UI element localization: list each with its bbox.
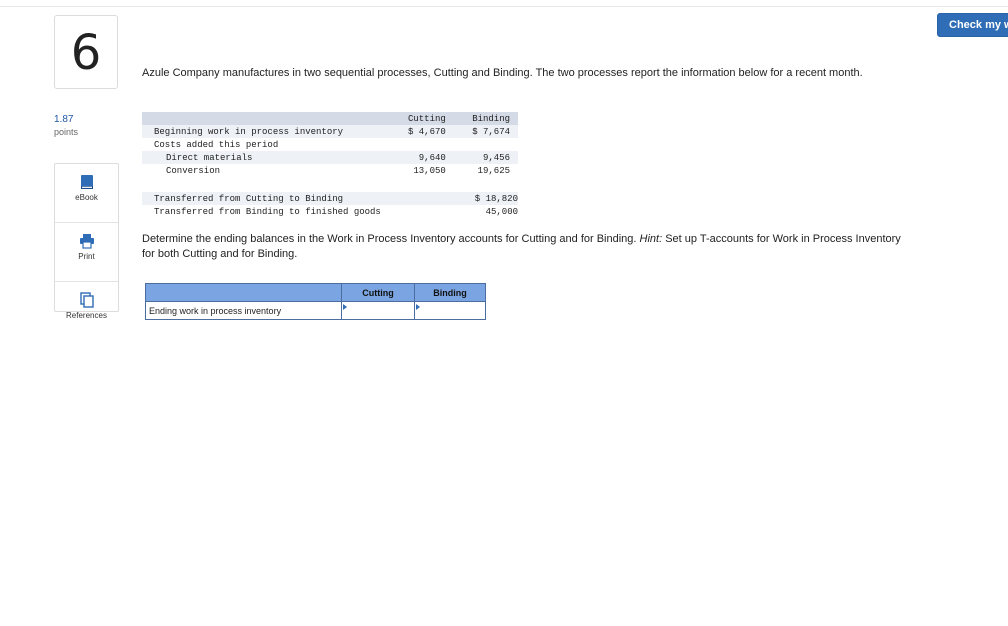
book-icon xyxy=(79,174,95,190)
check-my-work-button[interactable]: Check my w xyxy=(937,13,1008,37)
intro-text: Azule Company manufactures in two sequen… xyxy=(142,67,863,79)
process-data-table: Cutting Binding Beginning work in proces… xyxy=(142,112,518,218)
binding-value: $ 7,674 xyxy=(451,125,518,138)
col-cutting-header: Cutting xyxy=(380,112,452,125)
answer-row: Ending work in process inventory xyxy=(145,301,486,320)
table-row: Beginning work in process inventory $ 4,… xyxy=(142,125,518,138)
cutting-value xyxy=(381,138,452,151)
cutting-value: 13,050 xyxy=(413,165,446,176)
row-label: Transferred from Cutting to Binding xyxy=(142,192,381,205)
references-button[interactable]: References xyxy=(55,292,118,341)
printer-icon xyxy=(79,233,95,249)
input-marker-icon xyxy=(416,304,420,310)
side-tools-panel: eBook Print References xyxy=(54,163,119,320)
row-label: Conversion xyxy=(166,165,221,176)
cutting-ending-wip-input[interactable] xyxy=(342,302,414,319)
answer-header-row: Cutting Binding xyxy=(145,283,486,302)
cutting-value: $ 4,670 xyxy=(380,125,452,138)
binding-value: $ 18,820 xyxy=(451,192,518,205)
answer-col-binding: Binding xyxy=(414,283,486,302)
answer-col-cutting: Cutting xyxy=(341,283,415,302)
question-prompt: Determine the ending balances in the Wor… xyxy=(142,232,902,262)
table-row: Transferred from Binding to finished goo… xyxy=(142,205,518,218)
row-label: Direct materials xyxy=(142,151,381,164)
print-label: Print xyxy=(78,252,95,261)
cutting-value: 9,640 xyxy=(380,151,452,164)
table-row: Transferred from Cutting to Binding $ 18… xyxy=(142,192,518,205)
points-value: 1.87 xyxy=(54,114,74,125)
ebook-button[interactable]: eBook xyxy=(55,174,118,223)
table-row: Costs added this period xyxy=(142,138,518,151)
answer-table: Cutting Binding Ending work in process i… xyxy=(145,283,486,320)
answer-header-blank xyxy=(145,283,342,302)
binding-value: 9,456 xyxy=(451,151,518,164)
top-divider xyxy=(0,6,1008,7)
references-icon xyxy=(79,292,95,308)
hint-label: Hint: xyxy=(639,233,663,245)
binding-value: 45,000 xyxy=(485,206,518,217)
print-button[interactable]: Print xyxy=(55,233,118,282)
ebook-label: eBook xyxy=(75,193,98,202)
references-label: References xyxy=(66,311,107,320)
binding-answer-cell xyxy=(414,301,486,320)
cutting-answer-cell xyxy=(341,301,415,320)
prompt-text: Determine the ending balances in the Wor… xyxy=(142,233,640,245)
question-number: 6 xyxy=(54,15,118,89)
binding-ending-wip-input[interactable] xyxy=(415,302,485,319)
input-marker-icon xyxy=(343,304,347,310)
spacer-row xyxy=(142,177,518,192)
data-table-header: Cutting Binding xyxy=(142,112,518,125)
cutting-value xyxy=(380,192,452,205)
binding-value xyxy=(452,138,518,151)
answer-row-label: Ending work in process inventory xyxy=(145,301,342,320)
row-label: Beginning work in process inventory xyxy=(142,125,381,138)
cutting-value xyxy=(381,205,452,218)
row-label: Costs added this period xyxy=(154,139,279,150)
col-binding-header: Binding xyxy=(451,112,518,125)
table-row: Conversion 13,050 19,625 xyxy=(142,164,518,177)
points-label: points xyxy=(54,127,79,137)
row-label: Transferred from Binding to finished goo… xyxy=(154,206,381,217)
binding-value: 19,625 xyxy=(477,165,510,176)
table-row: Direct materials 9,640 9,456 xyxy=(142,151,518,164)
